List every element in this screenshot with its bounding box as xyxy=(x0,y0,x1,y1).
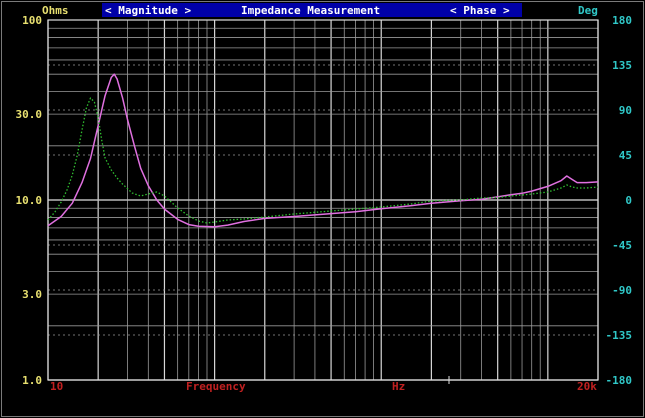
right-tick-label: 135 xyxy=(612,59,632,72)
grid xyxy=(47,19,599,381)
x-unit-label: Hz xyxy=(392,380,405,393)
left-axis-unit: Ohms xyxy=(42,4,69,17)
magnitude-tab[interactable]: < Magnitude > xyxy=(105,4,191,17)
left-tick-label: 10.0 xyxy=(16,194,43,207)
left-tick-label: 30.0 xyxy=(16,108,43,121)
right-tick-label: 180 xyxy=(612,14,632,27)
phase-tab[interactable]: < Phase > xyxy=(450,4,510,17)
left-tick-label: 1.0 xyxy=(22,374,42,387)
right-tick-label: 90 xyxy=(619,104,632,117)
x-start-label: 10 xyxy=(50,380,63,393)
left-tick-label: 100 xyxy=(22,14,42,27)
right-tick-label: 0 xyxy=(625,194,632,207)
right-tick-label: -135 xyxy=(606,329,633,342)
right-tick-label: 45 xyxy=(619,149,632,162)
impedance-chart: Ohms < Magnitude > Impedance Measurement… xyxy=(0,0,645,418)
chart-title: Impedance Measurement xyxy=(241,4,380,17)
x-axis-title: Frequency xyxy=(186,380,246,393)
left-tick-label: 3.0 xyxy=(22,288,42,301)
right-tick-label: -45 xyxy=(612,239,632,252)
x-end-label: 20k xyxy=(577,380,597,393)
right-tick-label: -90 xyxy=(612,284,632,297)
right-tick-label: -180 xyxy=(606,374,633,387)
right-axis-unit: Deg xyxy=(578,4,598,17)
